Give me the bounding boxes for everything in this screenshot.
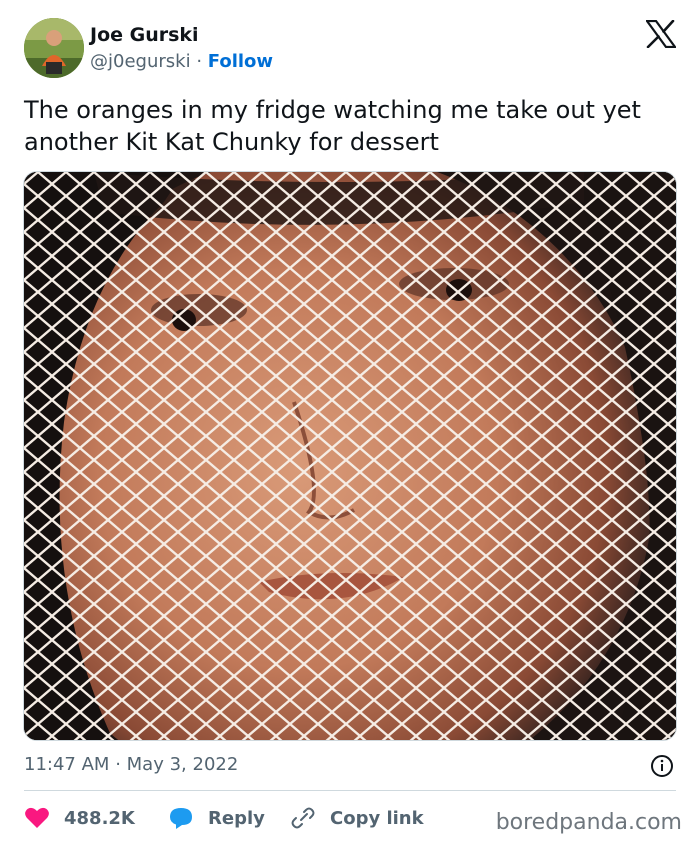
tweet-time[interactable]: 11:47 AM xyxy=(24,754,109,775)
handle-separator: · xyxy=(196,51,203,72)
x-logo-icon[interactable] xyxy=(646,20,676,48)
follow-link[interactable]: Follow xyxy=(208,51,273,72)
tweet-header: Joe Gurski @j0egurski · Follow xyxy=(24,18,676,80)
media-photo xyxy=(24,172,676,740)
heart-icon xyxy=(25,807,49,828)
meta-separator: · xyxy=(115,754,121,775)
tweet-media[interactable] xyxy=(23,171,677,741)
reply-label: Reply xyxy=(208,807,265,829)
speech-bubble-icon xyxy=(170,808,192,829)
avatar-photo xyxy=(24,18,84,78)
info-icon[interactable] xyxy=(650,754,674,778)
copy-link-button[interactable]: Copy link xyxy=(290,806,424,830)
copy-link-label: Copy link xyxy=(330,807,424,829)
watermark: boredpanda.com xyxy=(495,810,682,835)
like-count: 488.2K xyxy=(64,807,135,829)
author-handle[interactable]: @j0egurski xyxy=(90,51,191,72)
tweet-date[interactable]: May 3, 2022 xyxy=(127,754,239,775)
tweet-meta: 11:47 AM · May 3, 2022 xyxy=(24,754,238,775)
avatar[interactable] xyxy=(24,18,84,78)
like-button[interactable]: 488.2K xyxy=(24,806,135,830)
link-icon xyxy=(291,807,315,829)
author-handle-row: @j0egurski · Follow xyxy=(90,51,273,72)
reply-button[interactable]: Reply xyxy=(168,806,265,830)
author-name[interactable]: Joe Gurski xyxy=(90,24,199,46)
divider xyxy=(24,790,676,791)
tweet-text: The oranges in my fridge watching me tak… xyxy=(24,96,641,156)
